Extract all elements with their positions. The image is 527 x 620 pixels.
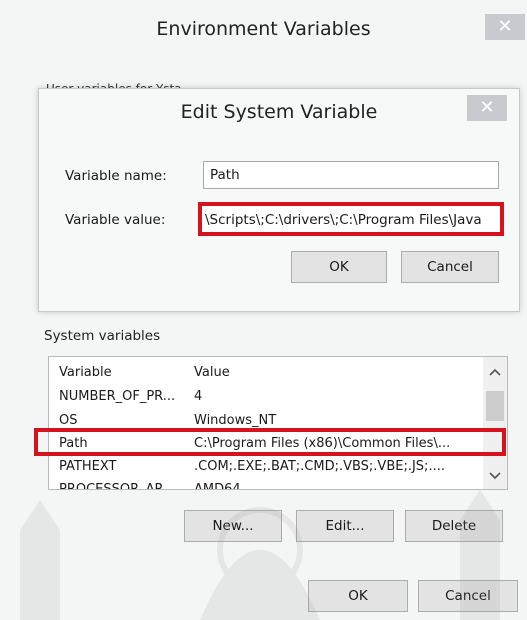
environment-variables-title: Environment Variables (156, 18, 371, 40)
list-header: Variable Value (49, 365, 479, 387)
column-header-value[interactable]: Value (194, 365, 479, 380)
variable-name-cell: NUMBER_OF_PR... (59, 389, 176, 404)
close-icon: ✕ (497, 16, 513, 37)
variable-value-cell: 4 (194, 389, 203, 404)
variable-name-label: Variable name: (65, 168, 167, 184)
watermark-emblem-icon (20, 490, 500, 620)
edit-ok-button[interactable]: OK (291, 251, 387, 283)
column-header-variable[interactable]: Variable (59, 365, 187, 380)
table-row[interactable]: NUMBER_OF_PR... 4 (49, 389, 479, 411)
environment-close-button[interactable]: ✕ (485, 14, 525, 40)
system-variables-label: System variables (44, 328, 161, 344)
variable-value-text: \Scripts\;C:\drivers\;C:\Program Files\J… (205, 212, 482, 228)
scroll-up-arrow-icon[interactable] (483, 363, 507, 383)
variable-name-cell: OS (59, 413, 78, 428)
variable-value-cell: Windows_NT (194, 413, 277, 428)
variable-value-field[interactable]: \Scripts\;C:\drivers\;C:\Program Files\J… (198, 202, 504, 236)
edit-close-button[interactable]: ✕ (467, 95, 507, 121)
close-icon: ✕ (479, 97, 495, 118)
scrollbar-thumb[interactable] (486, 391, 504, 421)
variable-value-label: Variable value: (65, 212, 166, 228)
edit-dialog-title: Edit System Variable (180, 101, 378, 123)
edit-system-variable-dialog: Edit System Variable ✕ Variable name: Pa… (38, 88, 520, 312)
edit-cancel-button[interactable]: Cancel (401, 251, 499, 283)
table-row[interactable]: OS Windows_NT (49, 413, 479, 435)
variable-name-field[interactable]: Path (203, 161, 499, 189)
